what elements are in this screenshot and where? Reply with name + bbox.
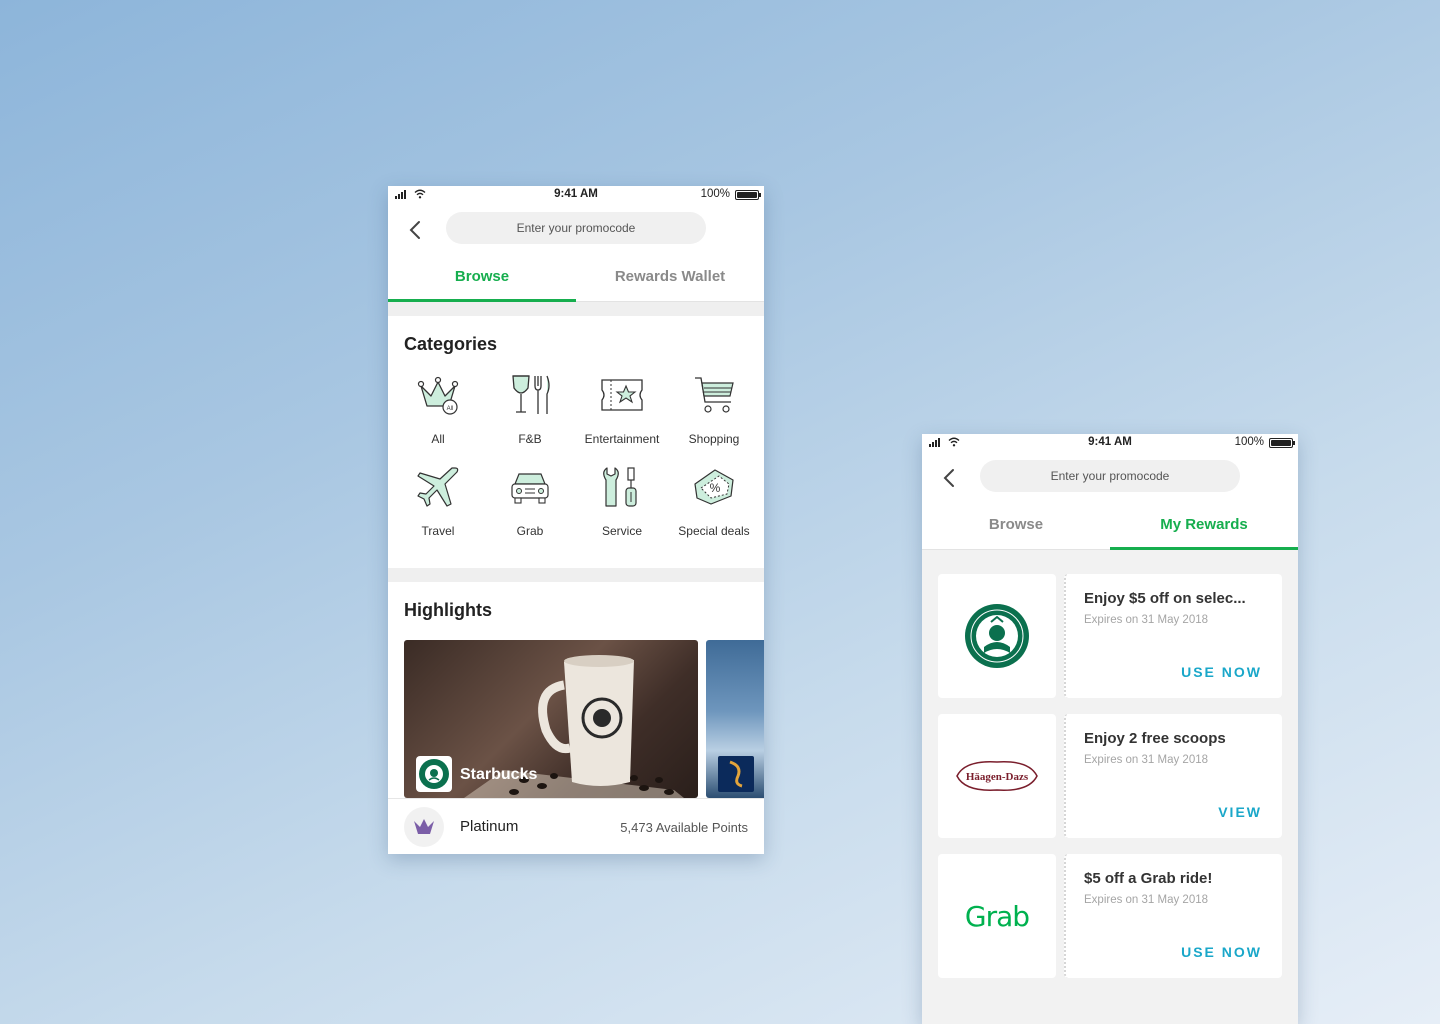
reward-title: Enjoy 2 free scoops [1084, 730, 1226, 747]
grab-logo: Grab [938, 854, 1056, 978]
use-now-button[interactable]: USE NOW [1181, 664, 1262, 680]
svg-text:%: % [710, 481, 721, 495]
reward-title: Enjoy $5 off on selec... [1084, 590, 1246, 607]
category-label: Service [601, 524, 642, 538]
starbucks-logo [416, 756, 452, 792]
tab-bar: Browse Rewards Wallet [388, 254, 764, 302]
reward-expiry: Expires on 31 May 2018 [1084, 614, 1209, 626]
starbucks-logo [938, 574, 1056, 698]
nav-bar [922, 454, 1298, 502]
category-label: Travel [421, 524, 455, 538]
categories-section: Categories All All F&B Entertainment Sho… [388, 316, 764, 568]
reward-expiry: Expires on 31 May 2018 [1084, 894, 1209, 906]
reward-details: Enjoy 2 free scoops Expires on 31 May 20… [1064, 714, 1282, 838]
browse-screen: 9:41 AM 100% Browse Rewards Wallet Categ… [388, 186, 764, 854]
category-travel[interactable]: Travel [392, 462, 484, 554]
haagen-dazs-wordmark: Häagen-Dazs [966, 771, 1029, 783]
wine-cutlery-icon [512, 375, 550, 414]
battery-icon [1269, 438, 1295, 448]
tier-name: Platinum [460, 818, 519, 835]
reward-details: Enjoy $5 off on selec... Expires on 31 M… [1064, 574, 1282, 698]
category-service[interactable]: Service [576, 462, 668, 554]
tab-rewards-wallet[interactable]: Rewards Wallet [576, 254, 764, 301]
crown-icon [404, 807, 444, 847]
category-label: Entertainment [584, 432, 660, 446]
category-entertainment[interactable]: Entertainment [576, 370, 668, 462]
tab-bar: Browse My Rewards [922, 502, 1298, 550]
highlight-brand-name: Starbucks [460, 766, 538, 783]
categories-grid: All All F&B Entertainment Shopping Trave… [388, 364, 764, 554]
shopping-cart-icon [695, 377, 734, 413]
reward-card[interactable]: Häagen-Dazs Enjoy 2 free scoops Expires … [938, 714, 1282, 838]
back-arrow-icon[interactable] [406, 220, 426, 240]
back-arrow-icon[interactable] [940, 468, 960, 488]
highlight-card-starbucks[interactable]: Starbucks [404, 640, 698, 798]
my-rewards-screen: 9:41 AM 100% Browse My Rewards Enj [922, 434, 1298, 1024]
reward-details: $5 off a Grab ride! Expires on 31 May 20… [1064, 854, 1282, 978]
highlights-title: Highlights [404, 600, 492, 620]
tools-icon [603, 467, 637, 507]
category-label: Shopping [688, 432, 740, 446]
battery-percent: 100% [1234, 436, 1264, 448]
category-shopping[interactable]: Shopping [668, 370, 760, 462]
category-label: All [431, 432, 445, 446]
use-now-button[interactable]: USE NOW [1181, 944, 1262, 960]
tier-bar[interactable]: Platinum 5,473 Available Points [388, 798, 764, 854]
highlights-section: Highlights Starbucks [388, 582, 764, 798]
nav-bar [388, 206, 764, 254]
view-button[interactable]: VIEW [1218, 804, 1262, 820]
reward-card[interactable]: Grab $5 off a Grab ride! Expires on 31 M… [938, 854, 1282, 978]
crown-all-icon: All [417, 376, 459, 415]
highlight-card-singapore-airlines[interactable] [706, 640, 764, 798]
car-icon [511, 473, 549, 504]
battery-icon [735, 190, 761, 200]
haagen-dazs-logo: Häagen-Dazs [938, 714, 1056, 838]
promocode-input[interactable] [446, 212, 706, 244]
category-fnb[interactable]: F&B [484, 370, 576, 462]
tab-my-rewards[interactable]: My Rewards [1110, 502, 1298, 550]
rewards-list: Enjoy $5 off on selec... Expires on 31 M… [922, 550, 1298, 978]
available-points: 5,473 Available Points [620, 820, 748, 835]
discount-tag-icon: % [694, 469, 734, 505]
reward-title: $5 off a Grab ride! [1084, 870, 1213, 887]
battery-percent: 100% [700, 188, 730, 200]
reward-card[interactable]: Enjoy $5 off on selec... Expires on 31 M… [938, 574, 1282, 698]
category-special-deals[interactable]: % Special deals [668, 462, 760, 554]
airplane-icon [417, 467, 459, 507]
status-bar: 9:41 AM 100% [922, 434, 1298, 454]
section-divider [388, 302, 764, 316]
svg-text:All: All [447, 406, 454, 412]
category-label: Special deals [678, 524, 750, 538]
category-label: F&B [518, 432, 542, 446]
singapore-airlines-logo [718, 756, 754, 792]
promocode-input[interactable] [980, 460, 1240, 492]
ticket-icon [601, 379, 643, 411]
tab-browse[interactable]: Browse [922, 502, 1110, 549]
status-bar: 9:41 AM 100% [388, 186, 764, 206]
reward-expiry: Expires on 31 May 2018 [1084, 754, 1209, 766]
category-all[interactable]: All All [392, 370, 484, 462]
category-label: Grab [516, 524, 544, 538]
grab-wordmark: Grab [964, 899, 1030, 933]
categories-title: Categories [404, 334, 498, 354]
tab-browse[interactable]: Browse [388, 254, 576, 302]
category-grab[interactable]: Grab [484, 462, 576, 554]
section-divider [388, 568, 764, 582]
